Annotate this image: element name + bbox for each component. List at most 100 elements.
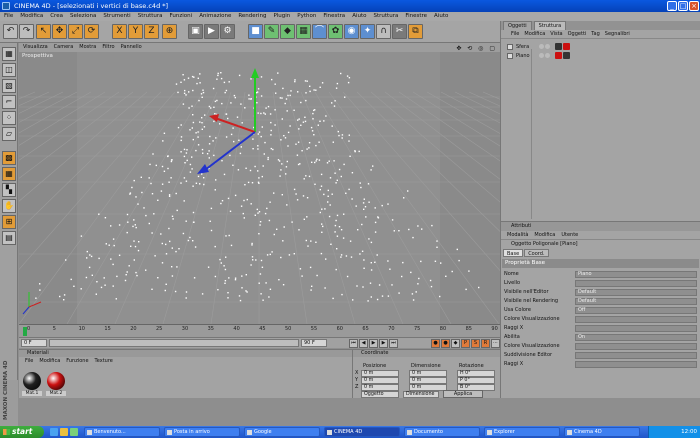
- taskbar-button-3[interactable]: CINEMA 4D: [324, 427, 400, 437]
- menu-3[interactable]: Seleziona: [70, 12, 96, 21]
- viewport-menu-2[interactable]: Mostra: [79, 43, 96, 52]
- checker-icon[interactable]: ▚: [2, 183, 16, 197]
- camera-icon[interactable]: ◉: [344, 24, 359, 39]
- om-menu-2[interactable]: Vista: [550, 30, 562, 38]
- subdivision-icon[interactable]: ◆: [280, 24, 295, 39]
- om-menu-0[interactable]: File: [511, 30, 519, 38]
- go-start-button[interactable]: ⏮: [349, 339, 358, 348]
- coord-size-Z-field[interactable]: 0 m: [409, 384, 447, 391]
- coord-size-mode-select[interactable]: Dimensione: [403, 391, 439, 398]
- am-tab-0[interactable]: Base: [503, 249, 524, 257]
- desktop-quicklaunch-icon[interactable]: [70, 428, 78, 436]
- step-back-button[interactable]: ◀: [359, 339, 368, 348]
- axis-icon[interactable]: ⌐: [2, 95, 16, 109]
- menu-0[interactable]: File: [4, 12, 13, 21]
- x-axis-icon[interactable]: X: [112, 24, 127, 39]
- material-tag-icon[interactable]: [555, 52, 562, 59]
- start-button[interactable]: start: [0, 426, 44, 438]
- viewport-menu-0[interactable]: Visualizza: [23, 43, 48, 52]
- coord-rot-Y-field[interactable]: P 0°: [457, 377, 495, 384]
- sculpt-icon[interactable]: ✋: [2, 199, 16, 213]
- material-ball-1[interactable]: [23, 372, 41, 390]
- attribute-value-field[interactable]: [575, 325, 697, 332]
- position-key-button[interactable]: P: [461, 339, 470, 348]
- menu-1[interactable]: Modifica: [20, 12, 43, 21]
- coord-apply-button[interactable]: Applica: [443, 390, 483, 398]
- object-icon[interactable]: ◫: [2, 63, 16, 77]
- step-forward-button[interactable]: ▶: [379, 339, 388, 348]
- render-icon[interactable]: ▶: [204, 24, 219, 39]
- coord-pos-Y-field[interactable]: 0 m: [361, 377, 399, 384]
- object-row-1[interactable]: Piano: [503, 52, 699, 60]
- coord-rot-X-field[interactable]: H 0°: [457, 370, 495, 377]
- taskbar-button-6[interactable]: Cinema 4D: [564, 427, 640, 437]
- menu-13[interactable]: Struttura: [374, 12, 399, 21]
- viewport-menu-3[interactable]: Filtro: [102, 43, 114, 52]
- light-icon[interactable]: ✦: [360, 24, 375, 39]
- object-name[interactable]: Piano: [516, 52, 530, 60]
- coord-size-X-field[interactable]: 0 m: [409, 370, 447, 377]
- material-menu-0[interactable]: File: [25, 357, 33, 365]
- ie-quicklaunch-icon[interactable]: [50, 428, 58, 436]
- play-button[interactable]: ▶: [369, 339, 378, 348]
- rotation-key-button[interactable]: R: [481, 339, 490, 348]
- timeline-ruler[interactable]: 0 5 10 15 20 25 30 35 40 45 50 55 60 65 70 75 80 85 90: [19, 324, 500, 337]
- attribute-value-field[interactable]: [575, 280, 697, 287]
- folder-quicklaunch-icon[interactable]: [60, 428, 68, 436]
- menu-10[interactable]: Python: [297, 12, 316, 21]
- move-icon[interactable]: ✥: [52, 24, 67, 39]
- grid-icon[interactable]: ▦: [2, 167, 16, 181]
- material-tag-icon[interactable]: [555, 43, 562, 50]
- menu-4[interactable]: Strumenti: [103, 12, 130, 21]
- current-frame-field[interactable]: 0 F: [21, 339, 47, 347]
- am-menu-0[interactable]: Modalità: [507, 231, 528, 239]
- close-button[interactable]: ×: [689, 1, 699, 11]
- attribute-value-field[interactable]: [575, 352, 697, 359]
- visibility-dot[interactable]: [539, 53, 544, 58]
- attribute-value-field[interactable]: On: [575, 334, 697, 341]
- material-ball-2[interactable]: [47, 372, 65, 390]
- undo-icon[interactable]: ↶: [3, 24, 18, 39]
- model-icon[interactable]: ▦: [2, 47, 16, 61]
- coord-size-Y-field[interactable]: 0 m: [409, 377, 447, 384]
- menu-11[interactable]: Finestra: [323, 12, 345, 21]
- end-frame-field[interactable]: 90 F: [301, 339, 327, 347]
- om-tab-1[interactable]: Struttura: [533, 21, 567, 30]
- autokey-button[interactable]: ●: [441, 339, 450, 348]
- taskbar-button-1[interactable]: Posta in arrivo: [164, 427, 240, 437]
- om-tab-0[interactable]: Oggetti: [503, 21, 532, 30]
- select-icon[interactable]: ↖: [36, 24, 51, 39]
- menu-12[interactable]: Aiuto: [352, 12, 366, 21]
- rotate-icon[interactable]: ⟳: [84, 24, 99, 39]
- scale-key-button[interactable]: S: [471, 339, 480, 348]
- attribute-value-field[interactable]: Piano: [575, 271, 697, 278]
- material-menu-3[interactable]: Texture: [95, 357, 113, 365]
- object-row-0[interactable]: Sfera: [503, 43, 699, 51]
- attribute-value-field[interactable]: [575, 343, 697, 350]
- render-visibility-dot[interactable]: [545, 44, 550, 49]
- visibility-dot[interactable]: [539, 44, 544, 49]
- material-menu-2[interactable]: Funzione: [66, 357, 88, 365]
- render-view-icon[interactable]: ▣: [188, 24, 203, 39]
- coord-icon[interactable]: ⊕: [162, 24, 177, 39]
- menu-8[interactable]: Rendering: [238, 12, 266, 21]
- points-icon[interactable]: ⁘: [2, 111, 16, 125]
- om-menu-1[interactable]: Modifica: [524, 30, 545, 38]
- maximize-button[interactable]: □: [678, 1, 688, 11]
- om-menu-5[interactable]: Segnalibri: [605, 30, 630, 38]
- menu-5[interactable]: Struttura: [138, 12, 163, 21]
- coord-mode-select[interactable]: Oggetto: [361, 391, 399, 398]
- deformer-icon[interactable]: ⌒: [312, 24, 327, 39]
- keyframe-sel-button[interactable]: ◆: [451, 339, 460, 348]
- frame-range-slider[interactable]: [49, 339, 299, 347]
- y-axis-icon[interactable]: Y: [128, 24, 143, 39]
- attribute-value-field[interactable]: Default: [575, 298, 697, 305]
- attribute-value-field[interactable]: [575, 316, 697, 323]
- minimize-button[interactable]: _: [667, 1, 677, 11]
- coord-pos-Z-field[interactable]: 0 m: [361, 384, 399, 391]
- scale-icon[interactable]: ⤢: [68, 24, 83, 39]
- record-button[interactable]: ●: [431, 339, 440, 348]
- pen-icon[interactable]: ✎: [264, 24, 279, 39]
- menu-14[interactable]: Finestre: [405, 12, 427, 21]
- attribute-value-field[interactable]: Default: [575, 289, 697, 296]
